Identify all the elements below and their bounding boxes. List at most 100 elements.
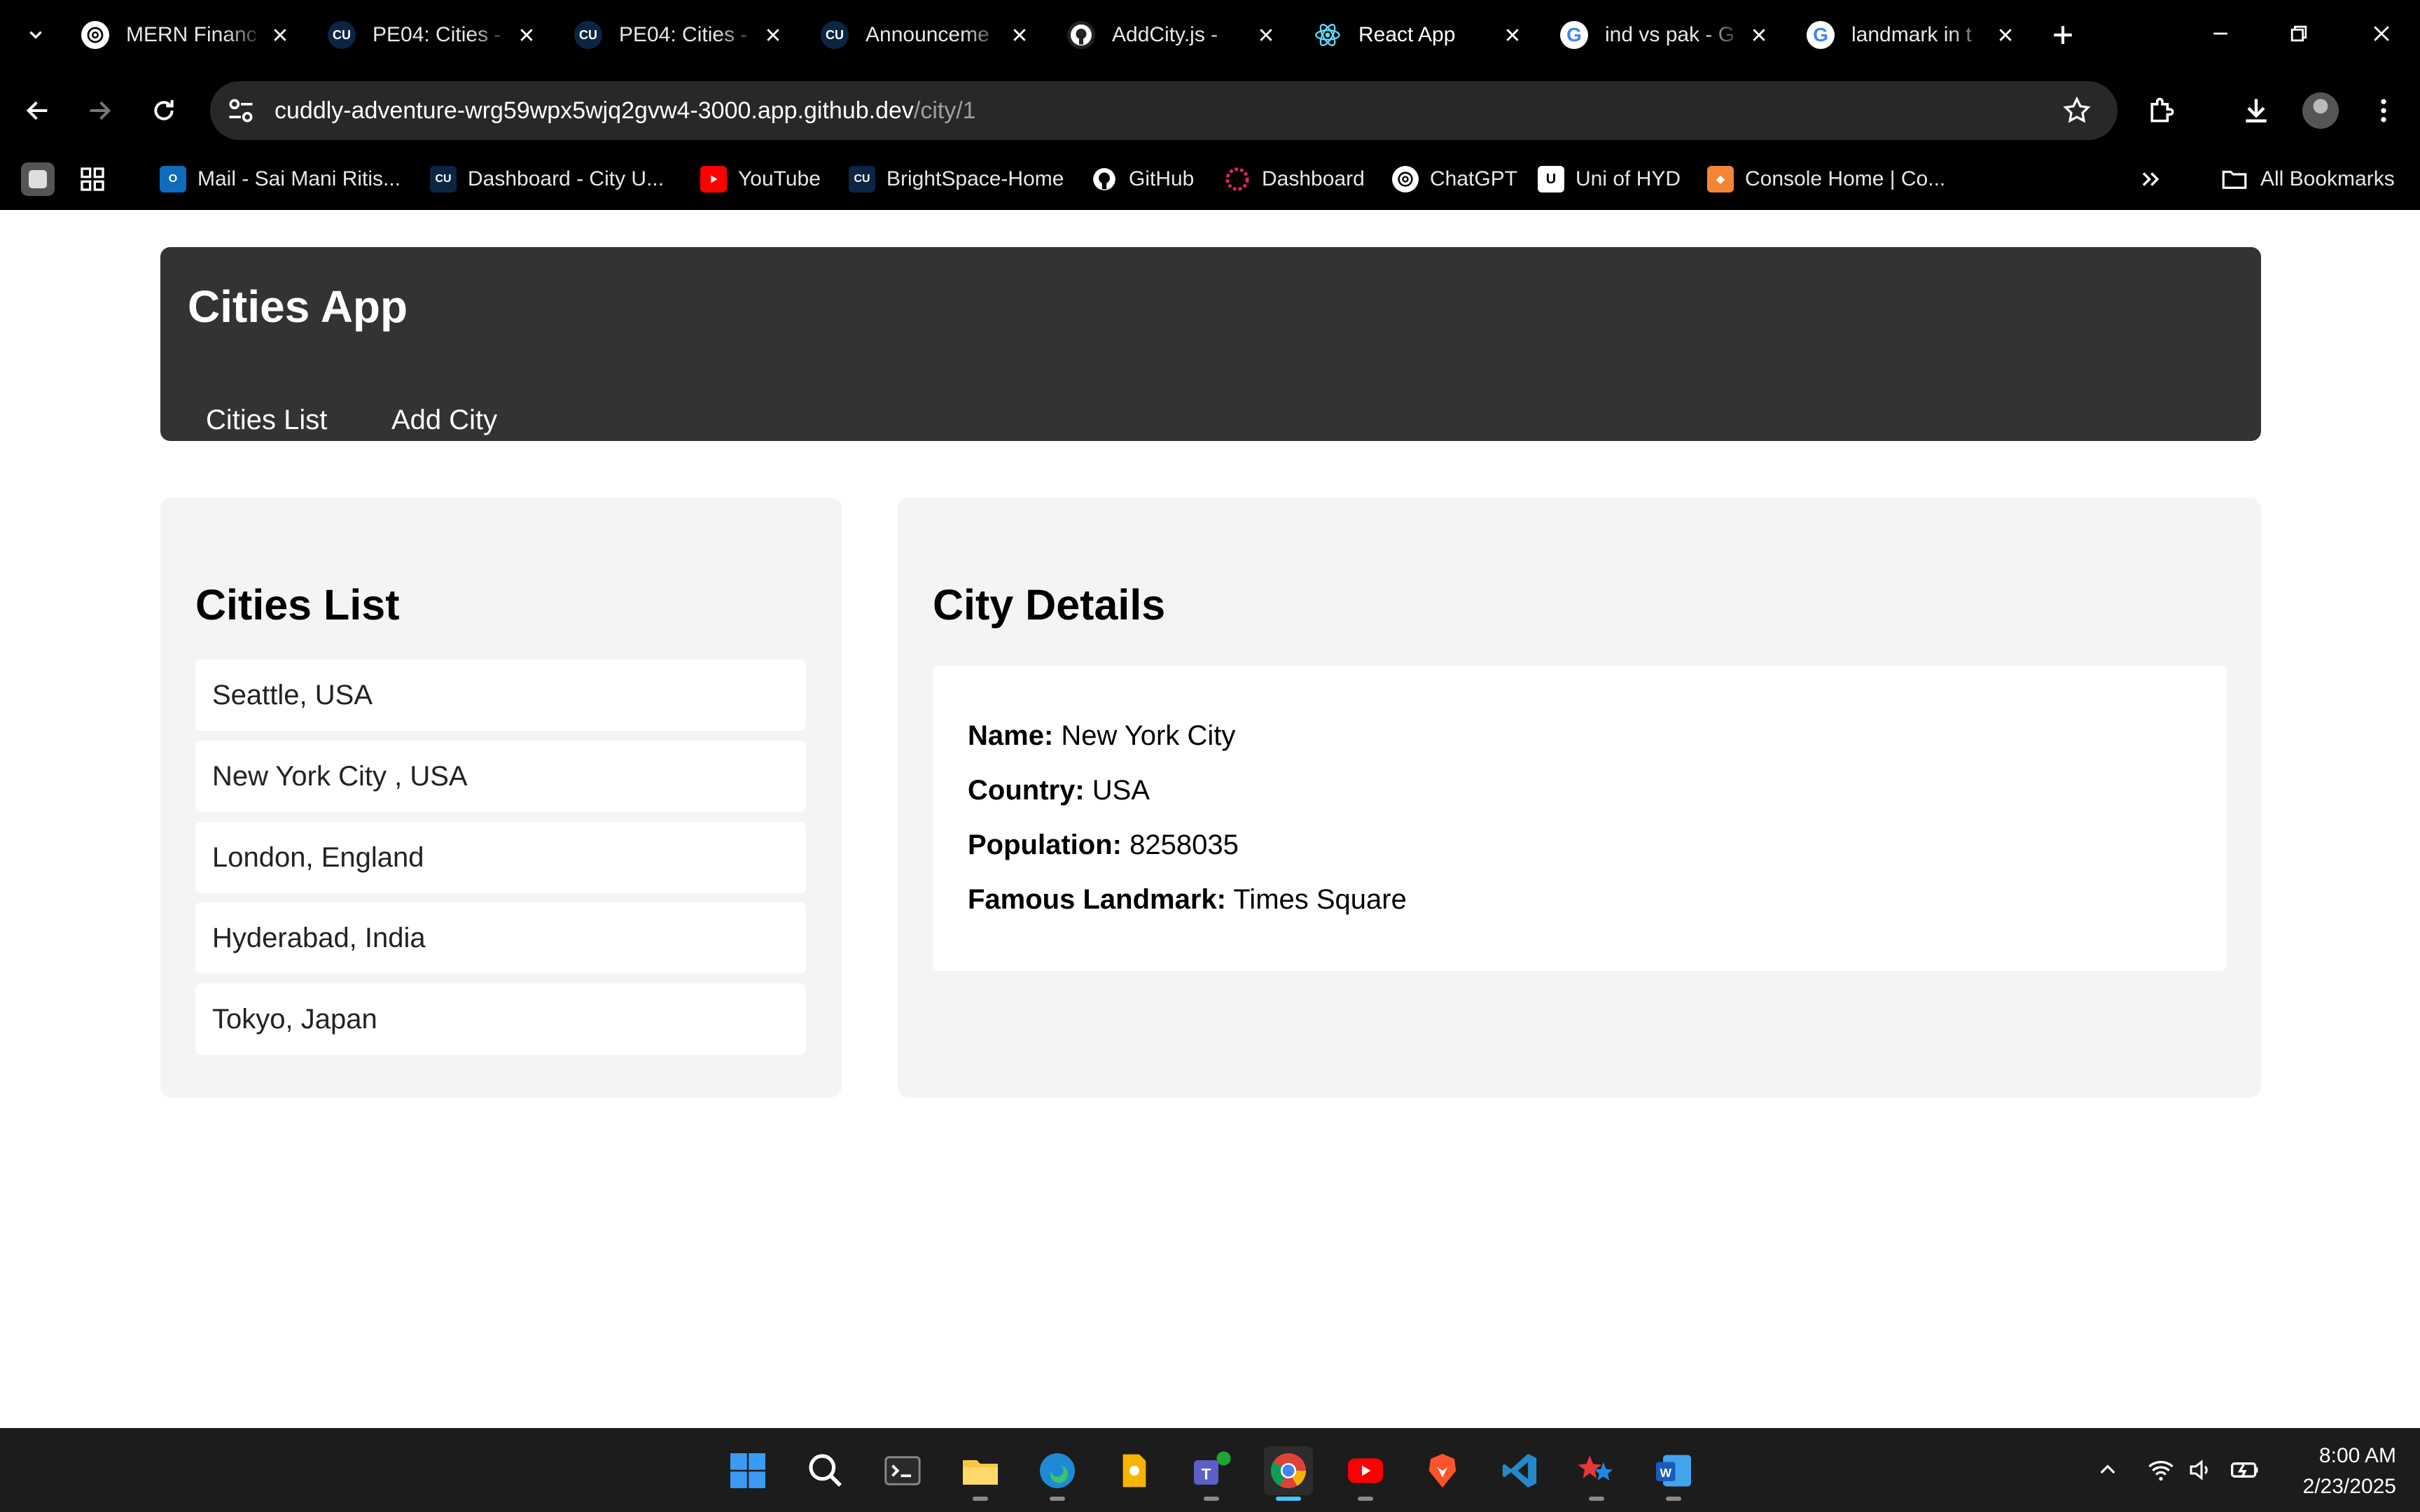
close-icon[interactable] — [1991, 21, 2019, 49]
brave-app[interactable] — [1418, 1446, 1467, 1495]
react-icon — [1314, 21, 1342, 49]
app-active-indicator — [1276, 1497, 1301, 1501]
detail-name-row: Name: New York City — [968, 720, 1235, 752]
browser-tab[interactable]: CU PE04: Cities - — [315, 11, 562, 59]
reload-icon — [154, 100, 174, 120]
downloads-button[interactable] — [2235, 90, 2277, 132]
bookmark-item[interactable]: CU Dashboard - City U... — [430, 158, 664, 200]
battery-charging-icon — [2231, 1462, 2258, 1478]
word-icon: W — [1656, 1455, 1691, 1487]
browser-tab[interactable]: G landmark in t — [1794, 11, 2040, 59]
minimize-button[interactable] — [2196, 13, 2245, 55]
nav-link-cities-list[interactable]: Cities List — [206, 405, 327, 436]
all-bookmarks-label: All Bookmarks — [2260, 167, 2395, 190]
bookmark-star-icon[interactable] — [2061, 95, 2092, 126]
browser-tab[interactable]: G ind vs pak - G — [1548, 11, 1794, 59]
restore-button[interactable] — [2274, 13, 2323, 55]
extensions-button[interactable] — [2141, 90, 2183, 132]
reload-button[interactable] — [143, 90, 185, 132]
github-icon — [1067, 21, 1095, 49]
bookmark-item[interactable]: U Uni of HYD — [1538, 158, 1681, 200]
bookmark-item[interactable]: O Mail - Sai Mani Ritis... — [160, 158, 401, 200]
folder-icon — [2222, 170, 2247, 189]
uni-icon: U — [1538, 166, 1564, 192]
forward-button[interactable] — [78, 90, 120, 132]
chatgpt-icon — [1392, 166, 1419, 192]
battery-button[interactable] — [2230, 1455, 2260, 1485]
bookmark-item[interactable]: ChatGPT — [1392, 158, 1517, 200]
detail-label: Country: — [968, 775, 1085, 806]
taskbar-clock[interactable]: 8:00 AM 2/23/2025 — [2284, 1441, 2396, 1502]
vscode-icon — [1502, 1453, 1537, 1488]
chevron-up-icon — [2100, 1464, 2115, 1474]
close-icon[interactable] — [759, 21, 787, 49]
show-hidden-icons-button[interactable] — [2092, 1455, 2123, 1485]
network-button[interactable] — [2146, 1455, 2176, 1485]
bookmark-item[interactable]: GitHub — [1091, 158, 1194, 200]
new-tab-button[interactable] — [2045, 17, 2081, 53]
volume-button[interactable] — [2186, 1455, 2217, 1485]
stars-app[interactable] — [1572, 1446, 1621, 1495]
close-window-button[interactable] — [2357, 13, 2406, 55]
teams-app[interactable]: T — [1187, 1446, 1236, 1495]
back-button[interactable] — [17, 90, 59, 132]
browser-tab[interactable]: CU PE04: Cities - — [562, 11, 808, 59]
more-bookmarks-button[interactable] — [2139, 158, 2162, 200]
profile-avatar[interactable] — [2302, 92, 2339, 129]
apps-grid-icon — [81, 167, 104, 191]
vscode-app[interactable] — [1495, 1446, 1544, 1495]
speaker-icon — [2190, 1460, 2208, 1480]
close-icon[interactable] — [1745, 21, 1773, 49]
city-list-item[interactable]: London, England — [195, 822, 806, 893]
close-icon[interactable] — [1252, 21, 1280, 49]
browser-tab[interactable]: CU Announceme — [808, 11, 1055, 59]
aws-icon: ◆ — [1707, 166, 1734, 192]
city-list-item[interactable]: Tokyo, Japan — [195, 983, 806, 1055]
edge-app[interactable] — [1033, 1446, 1082, 1495]
keep-app[interactable] — [1110, 1446, 1159, 1495]
github-icon — [1091, 166, 1118, 192]
city-list-item[interactable]: Hyderabad, India — [195, 902, 806, 974]
browser-tab[interactable]: MERN Financ — [69, 11, 315, 59]
dashboard-icon — [1224, 166, 1251, 192]
close-icon[interactable] — [1006, 21, 1034, 49]
tab-title: ind vs pak - G — [1605, 23, 1735, 46]
bookmark-item[interactable]: YouTube — [700, 158, 821, 200]
address-bar[interactable]: cuddly-adventure-wrg59wpx5wjq2gvw4-3000.… — [210, 81, 2118, 140]
word-app[interactable]: W — [1649, 1446, 1698, 1495]
app-title: Cities App — [188, 281, 408, 332]
edge-icon — [1040, 1453, 1075, 1488]
detail-population-value: 8258035 — [1129, 830, 1239, 860]
plus-icon — [2054, 26, 2072, 44]
tab-groups-button[interactable] — [21, 158, 66, 200]
menu-button[interactable] — [2363, 90, 2405, 132]
city-details-heading: City Details — [933, 581, 1166, 629]
city-list-item[interactable]: Seattle, USA — [195, 659, 806, 731]
close-icon[interactable] — [513, 21, 541, 49]
close-icon — [2374, 26, 2389, 41]
download-icon — [2246, 99, 2267, 122]
city-details-card: Name: New York City Country: USA Populat… — [933, 666, 2227, 971]
site-info-icon[interactable] — [225, 95, 256, 126]
bookmark-item[interactable]: CU BrightSpace-Home — [849, 158, 1064, 200]
nav-link-add-city[interactable]: Add City — [391, 405, 497, 436]
cu-icon: CU — [849, 166, 875, 192]
apps-button[interactable] — [78, 158, 106, 200]
browser-tab-active[interactable]: React App — [1301, 11, 1548, 59]
youtube-app[interactable] — [1341, 1446, 1390, 1495]
file-explorer-app[interactable] — [956, 1446, 1005, 1495]
chrome-app[interactable] — [1264, 1446, 1313, 1495]
app-running-indicator — [1050, 1497, 1065, 1501]
url-host: cuddly-adventure-wrg59wpx5wjq2gvw4-3000.… — [274, 97, 914, 124]
all-bookmarks-button[interactable]: All Bookmarks — [2220, 158, 2395, 200]
search-button[interactable] — [801, 1446, 850, 1495]
terminal-app[interactable] — [878, 1446, 927, 1495]
browser-tab[interactable]: AddCity.js - — [1055, 11, 1301, 59]
close-icon[interactable] — [1498, 21, 1527, 49]
close-icon[interactable] — [266, 21, 294, 49]
bookmark-item[interactable]: Dashboard — [1224, 158, 1365, 200]
start-button[interactable] — [723, 1446, 772, 1495]
bookmark-item[interactable]: ◆ Console Home | Co... — [1707, 158, 1945, 200]
city-list-item[interactable]: New York City , USA — [195, 741, 806, 812]
tab-search-button[interactable] — [18, 15, 53, 55]
